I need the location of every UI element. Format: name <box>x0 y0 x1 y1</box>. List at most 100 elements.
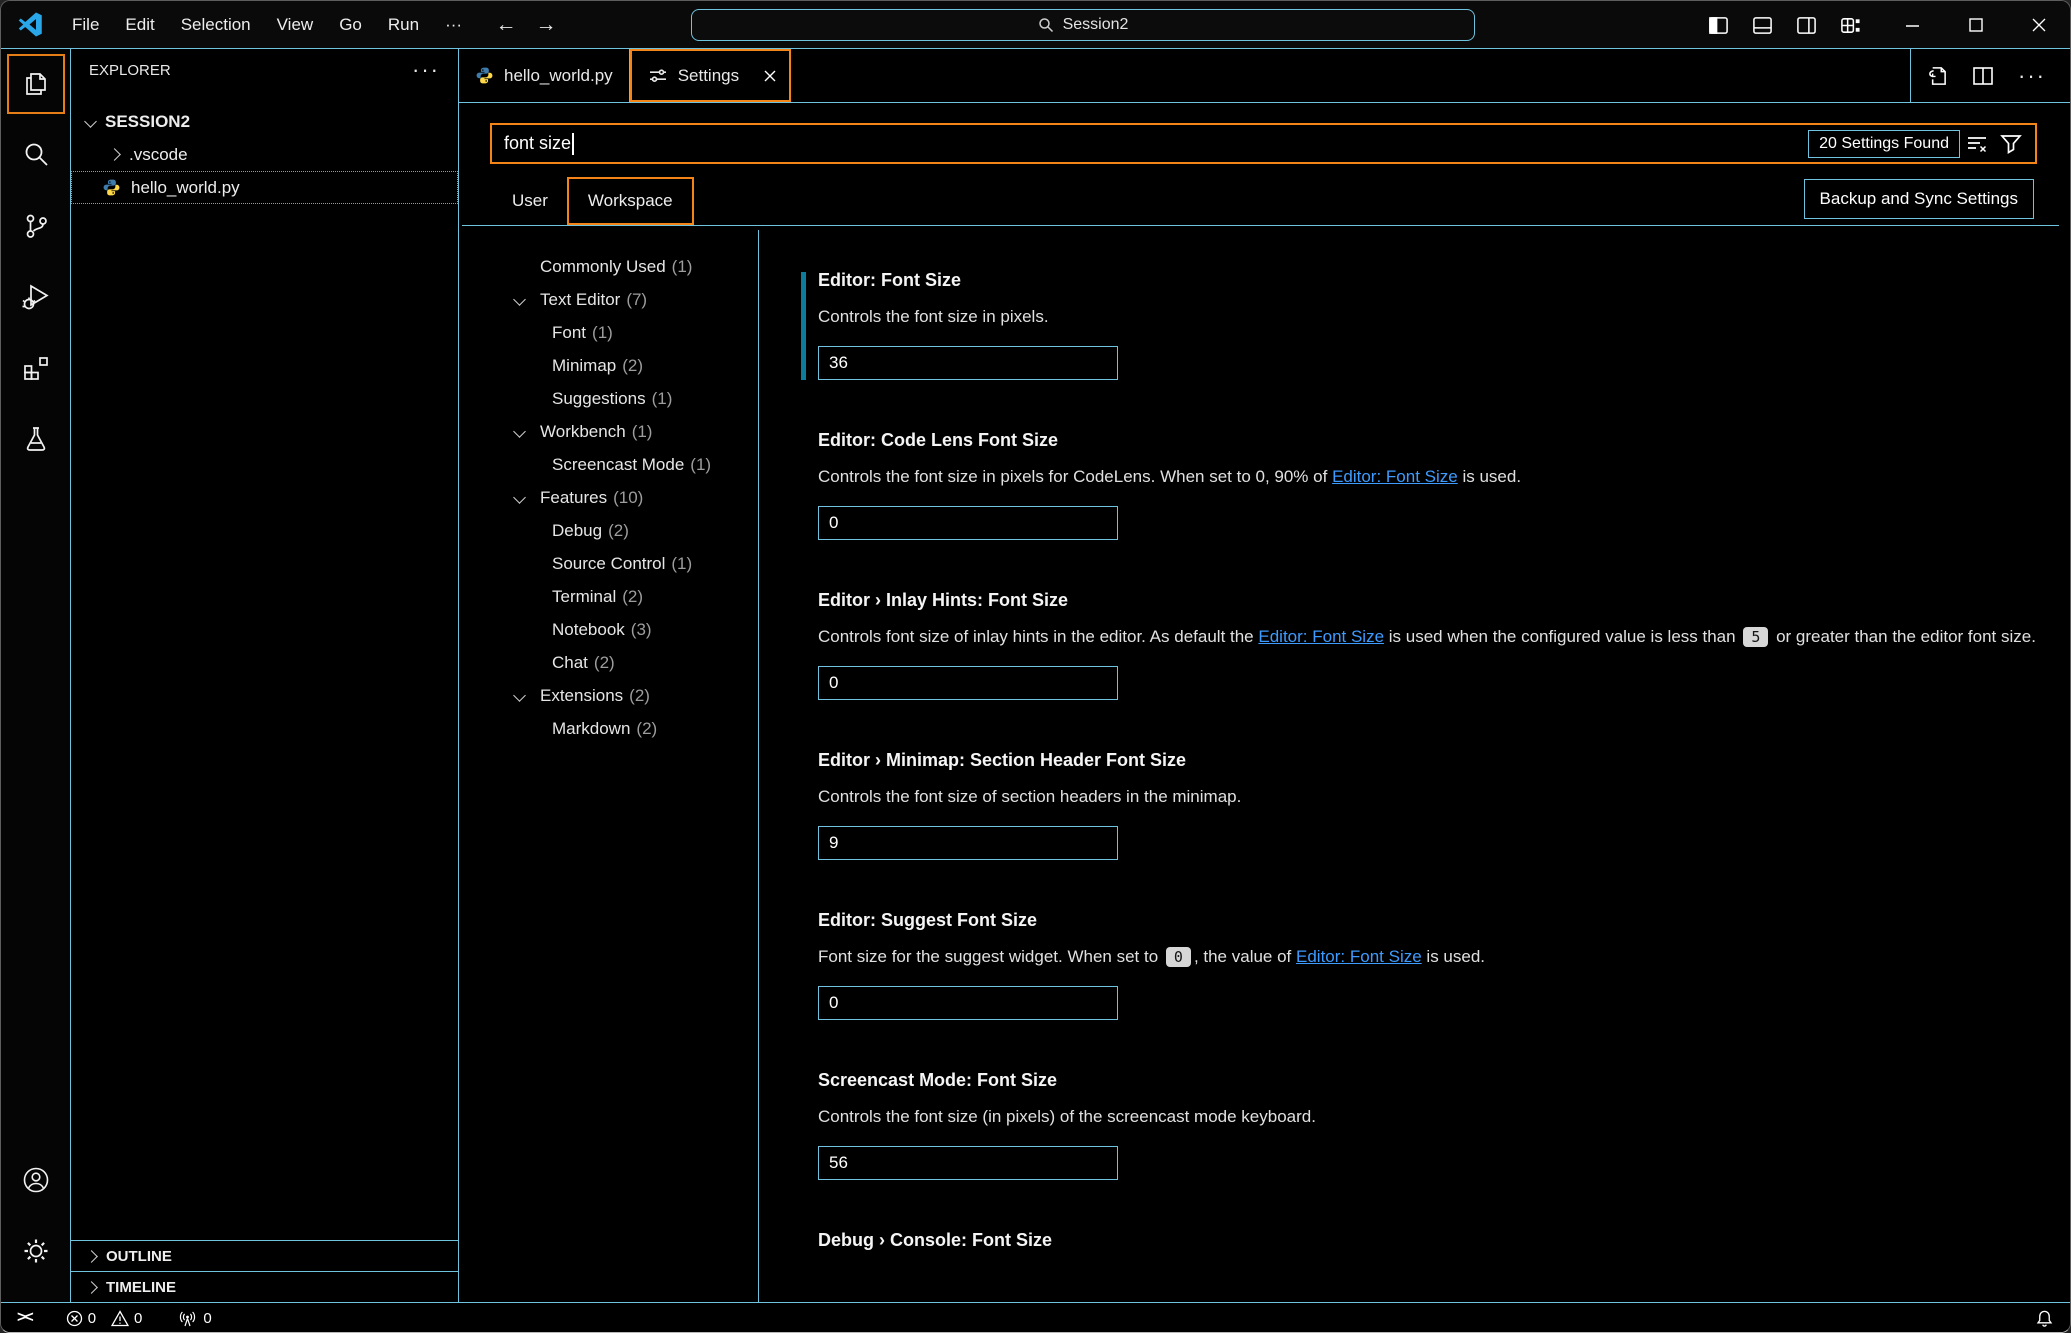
setting-title: Editor › Minimap: Section Header Font Si… <box>818 750 2054 770</box>
scope-tab-workspace[interactable]: Workspace <box>567 177 694 225</box>
toc-extensions[interactable]: Extensions(2) <box>500 679 756 712</box>
toc-features[interactable]: Features (10) <box>500 481 756 514</box>
chevron-down-icon <box>84 115 97 128</box>
tree-item-label: SESSION2 <box>105 112 190 132</box>
toc-source-control[interactable]: Source Control(1) <box>500 547 756 580</box>
split-editor-icon[interactable] <box>1972 65 1994 87</box>
setting-title: Editor: Font Size <box>818 270 2054 290</box>
tree-item-hello_world-py[interactable]: hello_world.py <box>71 171 458 204</box>
activity-testing-button[interactable] <box>7 409 65 469</box>
menu-item-edit[interactable]: Edit <box>112 1 167 48</box>
setting-reference-link[interactable]: Editor: Font Size <box>1258 627 1384 646</box>
customize-layout-icon[interactable] <box>1839 14 1861 36</box>
activity-settings-gear-button[interactable] <box>7 1221 65 1281</box>
toc-label: Workbench <box>540 422 626 442</box>
setting-description: Controls the font size in pixels for Cod… <box>818 463 2054 491</box>
toc-chat[interactable]: Chat(2) <box>500 646 756 679</box>
panel-header-timeline[interactable]: TIMELINE <box>71 1271 458 1302</box>
toc-screencast-mode[interactable]: Screencast Mode(1) <box>500 448 756 481</box>
more-editor-actions-icon[interactable]: ··· <box>2018 71 2046 81</box>
tab-settings[interactable]: Settings <box>630 49 791 102</box>
toc-count: (1) <box>672 257 693 277</box>
toc-markdown[interactable]: Markdown(2) <box>500 712 756 745</box>
history-navigation: ← → <box>493 12 559 38</box>
toc-count: (2) <box>608 521 629 541</box>
minimize-button[interactable] <box>1881 1 1944 49</box>
activity-search-button[interactable] <box>7 125 65 185</box>
setting-value-input[interactable] <box>818 506 1118 540</box>
setting-value-input[interactable] <box>818 986 1118 1020</box>
toc-notebook[interactable]: Notebook(3) <box>500 613 756 646</box>
notifications-bell-icon[interactable] <box>2035 1309 2054 1328</box>
go-back-button[interactable]: ← <box>493 12 519 38</box>
setting-description: Controls the font size (in pixels) of th… <box>818 1103 2054 1131</box>
command-center-search[interactable]: Session2 <box>691 9 1475 41</box>
setting-reference-link[interactable]: Editor: Font Size <box>1332 467 1458 486</box>
toc-text-editor[interactable]: Text Editor(7) <box>500 283 756 316</box>
setting-value-input[interactable] <box>818 666 1118 700</box>
toc-divider[interactable] <box>758 230 759 1302</box>
description-text: is used. <box>1458 467 1521 486</box>
filter-settings-icon[interactable] <box>1994 129 2028 159</box>
ports-status[interactable]: 0 <box>178 1310 211 1327</box>
clear-settings-search-icon[interactable] <box>1960 129 1994 159</box>
toc-minimap[interactable]: Minimap(2) <box>500 349 756 382</box>
setting-title: Editor: Code Lens Font Size <box>818 430 2054 450</box>
activity-extensions-button[interactable] <box>7 338 65 398</box>
menu-item-file[interactable]: File <box>59 1 112 48</box>
activity-accounts-button[interactable] <box>7 1150 65 1210</box>
remote-indicator[interactable]: >< <box>17 1309 32 1327</box>
settings-editor: font size 20 Settings Found UserWorkspac… <box>459 103 2070 1302</box>
setting-value-input[interactable] <box>818 826 1118 860</box>
backup-and-sync-button[interactable]: Backup and Sync Settings <box>1804 179 2034 219</box>
workbench: EXPLORER ··· SESSION2.vscodehello_world.… <box>1 49 2070 1302</box>
explorer-more-actions-icon[interactable]: ··· <box>412 65 440 75</box>
setting-value-input[interactable] <box>818 346 1118 380</box>
toc-label: Font <box>552 323 586 343</box>
setting-title: Screencast Mode: Font Size <box>818 1070 2054 1090</box>
activity-source-control-button[interactable] <box>7 196 65 256</box>
panel-header-outline[interactable]: OUTLINE <box>71 1240 458 1271</box>
file-tree: SESSION2 .vscodehello_world.py <box>71 91 458 1240</box>
settings-search-input[interactable]: font size 20 Settings Found <box>490 123 2037 164</box>
chevron-down-icon <box>513 425 526 438</box>
tab-hello_world-py[interactable]: hello_world.py <box>459 49 630 102</box>
toc-debug[interactable]: Debug(2) <box>500 514 756 547</box>
toc-workbench[interactable]: Workbench(1) <box>500 415 756 448</box>
toc-label: Screencast Mode <box>552 455 684 475</box>
setting-value-input[interactable] <box>818 1146 1118 1180</box>
setting-description: Controls the font size in pixels. <box>818 303 2054 331</box>
menu-overflow-button[interactable]: ··· <box>432 1 475 48</box>
close-window-button[interactable] <box>2007 1 2070 49</box>
toc-font[interactable]: Font(1) <box>500 316 756 349</box>
tree-item--vscode[interactable]: .vscode <box>71 138 458 171</box>
sidebar-header: EXPLORER ··· <box>71 49 458 91</box>
close-tab-icon[interactable] <box>763 69 777 83</box>
toggle-panel-icon[interactable] <box>1751 14 1773 36</box>
activity-explorer-button[interactable] <box>7 54 65 114</box>
tabs: hello_world.pySettings <box>459 49 791 102</box>
toc-count: (10) <box>613 488 643 508</box>
command-center-label: Session2 <box>1063 16 1129 34</box>
tree-item-session2[interactable]: SESSION2 <box>71 105 458 138</box>
setting-reference-link[interactable]: Editor: Font Size <box>1296 947 1422 966</box>
problems-status[interactable]: 0 0 <box>66 1310 153 1327</box>
toc-commonly-used[interactable]: Commonly Used(1) <box>500 250 756 283</box>
setting-debug-console-font-size: Debug › Console: Font Size <box>796 1230 2054 1250</box>
go-forward-button[interactable]: → <box>533 12 559 38</box>
menu-item-view[interactable]: View <box>264 1 327 48</box>
open-settings-json-icon[interactable] <box>1925 64 1948 87</box>
menu-item-selection[interactable]: Selection <box>168 1 264 48</box>
scope-tab-user[interactable]: User <box>493 177 567 225</box>
menu-item-go[interactable]: Go <box>326 1 375 48</box>
title-bar: FileEditSelectionViewGoRun··· ← → Sessio… <box>1 1 2070 49</box>
toggle-primary-sidebar-icon[interactable] <box>1707 14 1729 36</box>
menu-item-run[interactable]: Run <box>375 1 432 48</box>
toc-terminal[interactable]: Terminal(2) <box>500 580 756 613</box>
toc-suggestions[interactable]: Suggestions(1) <box>500 382 756 415</box>
activity-run-and-debug-button[interactable] <box>7 267 65 327</box>
activity-bar <box>1 49 71 1302</box>
maximize-button[interactable] <box>1944 1 2007 49</box>
toggle-secondary-sidebar-icon[interactable] <box>1795 14 1817 36</box>
toc-label: Features <box>540 488 607 508</box>
